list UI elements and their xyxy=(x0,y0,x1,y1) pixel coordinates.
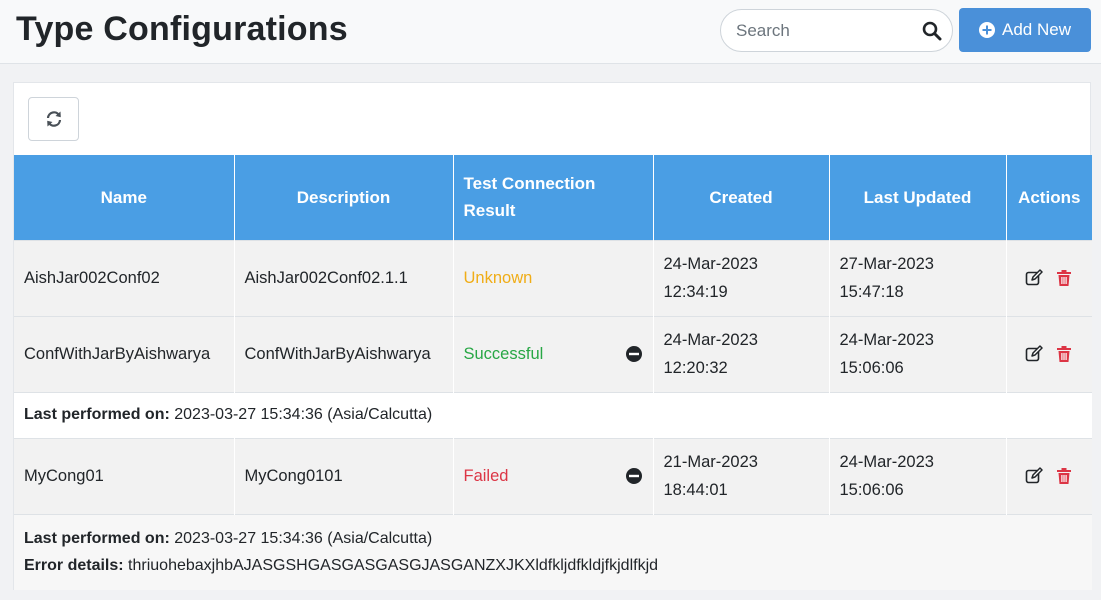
cell-description: AishJar002Conf02.1.1 xyxy=(234,239,454,316)
configurations-card: Name Description Test Connection Result … xyxy=(13,82,1092,590)
page-title: Type Configurations xyxy=(16,10,348,48)
cell-last-updated: 24-Mar-2023 15:06:06 xyxy=(829,437,1007,514)
column-header-actions: Actions xyxy=(1006,155,1092,240)
edit-icon[interactable] xyxy=(1025,269,1043,287)
table-row: ConfWithJarByAishwarya ConfWithJarByAish… xyxy=(14,315,1092,392)
cell-created: 24-Mar-2023 12:34:19 xyxy=(653,239,830,316)
cell-actions xyxy=(1006,239,1092,316)
table-header-row: Name Description Test Connection Result … xyxy=(14,155,1092,240)
add-new-button[interactable]: Add New xyxy=(959,8,1091,52)
row-detail: Last performed on: 2023-03-27 15:34:36 (… xyxy=(14,513,1092,590)
cell-name: MyCong01 xyxy=(14,437,235,514)
created-date: 24-Mar-2023 xyxy=(663,254,758,273)
cell-actions xyxy=(1006,437,1092,514)
last-performed-label: Last performed on: xyxy=(24,406,170,424)
add-new-label: Add New xyxy=(1002,20,1071,39)
column-header-created[interactable]: Created xyxy=(653,155,830,240)
error-details-value: thriuohebaxjhbAJASGSHGASGASGASGJASGANZXJ… xyxy=(123,557,659,575)
created-time: 12:20:32 xyxy=(663,359,728,377)
cell-result: Failed xyxy=(453,437,654,514)
minus-circle-icon[interactable] xyxy=(625,345,643,363)
column-header-test-connection[interactable]: Test Connection Result xyxy=(453,155,654,240)
table-row: AishJar002Conf02 AishJar002Conf02.1.1 Un… xyxy=(14,239,1092,316)
error-details-label: Error details: xyxy=(24,557,124,575)
detail-cell: Last performed on: 2023-03-27 15:34:36 (… xyxy=(14,513,1092,590)
last-performed-value: 2023-03-27 15:34:36 (Asia/Calcutta) xyxy=(169,530,433,548)
cell-name: AishJar002Conf02 xyxy=(14,239,235,316)
trash-icon[interactable] xyxy=(1055,269,1073,287)
cell-actions xyxy=(1006,315,1092,392)
updated-time: 15:47:18 xyxy=(839,283,904,301)
cell-description: MyCong0101 xyxy=(234,437,454,514)
created-time: 12:34:19 xyxy=(663,283,728,301)
search-input[interactable] xyxy=(721,10,921,51)
edit-icon[interactable] xyxy=(1025,345,1043,363)
last-performed-label: Last performed on: xyxy=(24,530,170,548)
refresh-button[interactable] xyxy=(28,97,79,141)
table-row: MyCong01 MyCong0101 Failed 21-Mar-2023 1… xyxy=(14,437,1092,514)
cell-name: ConfWithJarByAishwarya xyxy=(14,315,235,392)
updated-date: 24-Mar-2023 xyxy=(839,452,934,471)
column-header-name[interactable]: Name xyxy=(14,155,235,240)
trash-icon[interactable] xyxy=(1055,467,1073,485)
configurations-table: Name Description Test Connection Result … xyxy=(14,155,1092,590)
detail-cell: Last performed on: 2023-03-27 15:34:36 (… xyxy=(14,391,1092,438)
status-text: Successful xyxy=(463,344,544,363)
updated-date: 24-Mar-2023 xyxy=(839,330,934,349)
row-detail: Last performed on: 2023-03-27 15:34:36 (… xyxy=(14,391,1092,438)
last-performed-value: 2023-03-27 15:34:36 (Asia/Calcutta) xyxy=(169,406,433,424)
cell-result: Successful xyxy=(453,315,654,392)
search-icon[interactable] xyxy=(922,21,942,41)
status-text: Failed xyxy=(463,466,509,485)
trash-icon[interactable] xyxy=(1055,345,1073,363)
updated-time: 15:06:06 xyxy=(839,481,904,499)
created-time: 18:44:01 xyxy=(663,481,728,499)
cell-created: 21-Mar-2023 18:44:01 xyxy=(653,437,830,514)
minus-circle-icon[interactable] xyxy=(625,467,643,485)
cell-result: Unknown xyxy=(453,239,654,316)
updated-time: 15:06:06 xyxy=(839,359,904,377)
updated-date: 27-Mar-2023 xyxy=(839,254,934,273)
page-header: Type Configurations Add New xyxy=(0,0,1101,64)
created-date: 24-Mar-2023 xyxy=(663,330,758,349)
cell-created: 24-Mar-2023 12:20:32 xyxy=(653,315,830,392)
cell-last-updated: 27-Mar-2023 15:47:18 xyxy=(829,239,1007,316)
search-box[interactable] xyxy=(720,9,953,52)
created-date: 21-Mar-2023 xyxy=(663,452,758,471)
edit-icon[interactable] xyxy=(1025,467,1043,485)
status-text: Unknown xyxy=(463,268,533,287)
refresh-icon xyxy=(46,111,61,127)
cell-description: ConfWithJarByAishwarya xyxy=(234,315,454,392)
plus-circle-icon xyxy=(979,22,995,38)
cell-last-updated: 24-Mar-2023 15:06:06 xyxy=(829,315,1007,392)
column-header-last-updated[interactable]: Last Updated xyxy=(829,155,1007,240)
column-header-description[interactable]: Description xyxy=(234,155,454,240)
